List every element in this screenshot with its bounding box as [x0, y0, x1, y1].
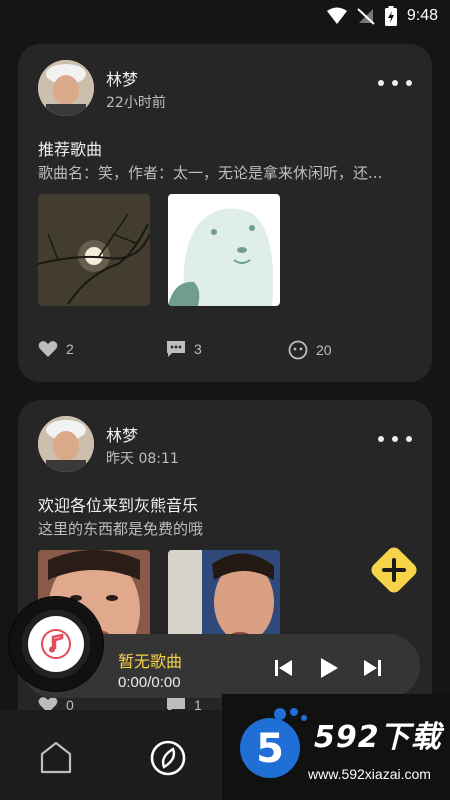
music-note-icon: [41, 629, 71, 659]
previous-button[interactable]: [270, 654, 298, 682]
like-button[interactable]: 2: [38, 340, 74, 358]
author-name[interactable]: 林梦: [106, 66, 138, 90]
post-image-moon[interactable]: [38, 194, 150, 306]
skip-previous-icon: [275, 660, 292, 676]
next-button[interactable]: [358, 654, 386, 682]
more-dot: [406, 80, 412, 86]
watermark-logo: 5: [240, 708, 307, 778]
like-count: 2: [66, 341, 74, 357]
post-image-ghost[interactable]: [168, 194, 280, 306]
battery-charging-icon: [384, 6, 397, 26]
nav-discover[interactable]: [148, 738, 188, 778]
song-title: 暂无歌曲: [118, 652, 183, 671]
post-description: 这里的东西都是免费的哦: [38, 520, 204, 538]
post-description: 歌曲名：笑，作者：太一，无论是拿来休闲听，还...: [38, 164, 383, 182]
view-count-stat: 20: [288, 340, 332, 360]
status-icons: 9:48: [326, 6, 438, 26]
play-icon: [321, 658, 338, 678]
status-time: 9:48: [406, 7, 438, 24]
play-button[interactable]: [314, 654, 342, 682]
comment-button[interactable]: 3: [166, 340, 202, 358]
post-title: 欢迎各位来到灰熊音乐: [38, 496, 199, 515]
post-time: 22小时前: [106, 95, 166, 111]
post-time: 昨天 08:11: [106, 451, 179, 467]
watermark-logo-digit: 5: [256, 726, 284, 772]
post-title: 推荐歌曲: [38, 140, 103, 159]
wifi-icon: [326, 7, 347, 24]
avatar[interactable]: [38, 60, 94, 116]
heart-icon: [38, 341, 58, 357]
comment-count: 3: [194, 341, 202, 357]
home-icon: [40, 741, 72, 774]
avatar[interactable]: [38, 416, 94, 472]
comment-icon: [167, 341, 185, 357]
watermark-title: 592下载: [314, 720, 442, 755]
more-dot: [392, 80, 398, 86]
face-icon: [288, 340, 308, 360]
more-dot: [378, 436, 384, 442]
no-signal-icon: [357, 8, 375, 25]
more-options-button[interactable]: [378, 74, 412, 92]
skip-next-icon: [364, 660, 381, 676]
status-bar: 9:48: [0, 0, 450, 34]
album-disc[interactable]: [10, 598, 102, 690]
site-watermark: 5 592下载 www.592xiazai.com: [222, 694, 450, 800]
song-progress: 0:00/0:00: [118, 674, 181, 691]
plus-icon: [371, 547, 417, 593]
add-post-button[interactable]: [364, 540, 424, 600]
more-options-button[interactable]: [378, 430, 412, 448]
author-name[interactable]: 林梦: [106, 422, 138, 446]
more-dot: [378, 80, 384, 86]
view-count: 20: [316, 342, 332, 358]
watermark-url: www.592xiazai.com: [308, 766, 431, 782]
nav-home[interactable]: [36, 738, 76, 778]
post-stats: 2 3 20: [38, 340, 418, 362]
post-card[interactable]: 林梦 22小时前 推荐歌曲 歌曲名：笑，作者：太一，无论是拿来休闲听，还...: [18, 44, 432, 382]
more-dot: [392, 436, 398, 442]
album-cover: [28, 616, 84, 672]
compass-icon: [150, 740, 186, 776]
more-dot: [406, 436, 412, 442]
